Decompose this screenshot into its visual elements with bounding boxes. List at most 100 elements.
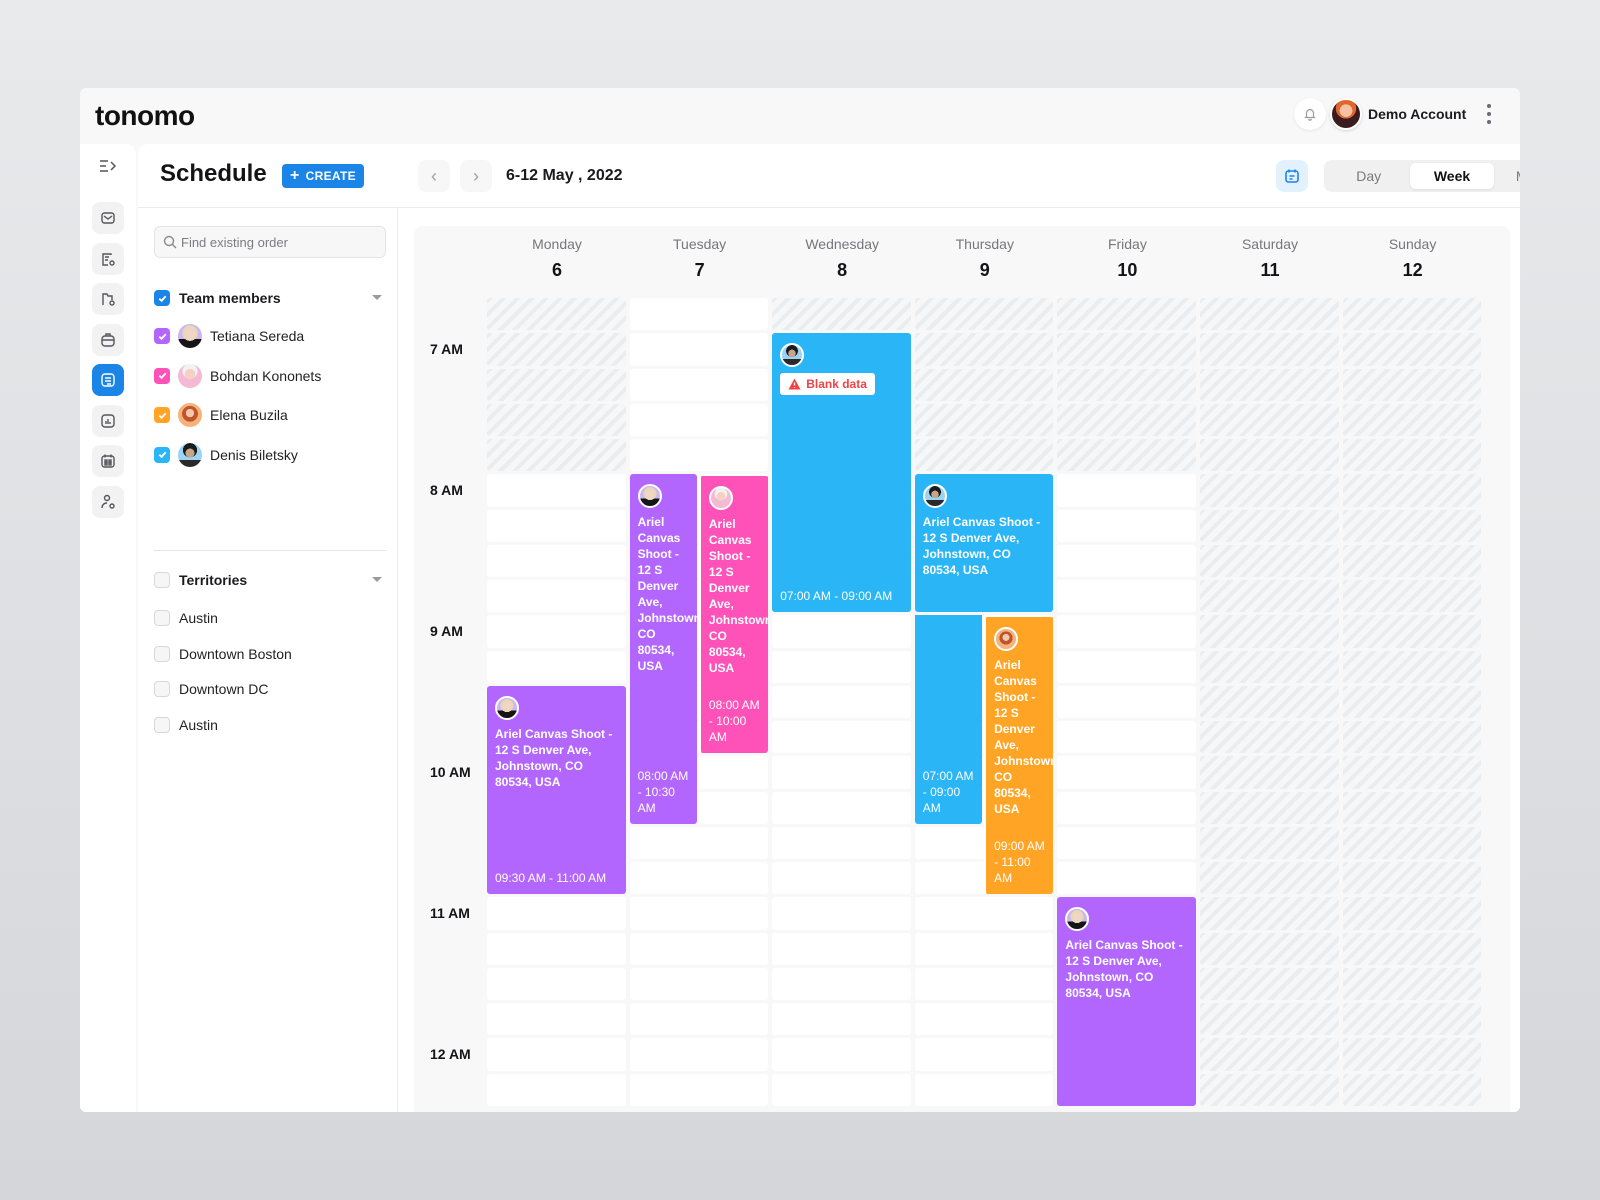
view-tab-month[interactable]: Month	[1494, 163, 1520, 189]
time-slot[interactable]	[772, 1003, 911, 1036]
rail-item-products[interactable]	[92, 323, 124, 356]
event-block[interactable]: Ariel Canvas Shoot - 12 S Denver Ave, Jo…	[487, 685, 626, 895]
time-slot[interactable]	[629, 967, 769, 1000]
time-slot[interactable]	[772, 862, 911, 895]
time-slot[interactable]	[629, 368, 769, 401]
chevron-down-icon[interactable]	[372, 577, 382, 582]
previous-week-button[interactable]: ‹	[418, 160, 450, 192]
time-slot[interactable]	[629, 333, 769, 366]
event-block[interactable]: Ariel Canvas Shoot - 12 S Denver Ave, Jo…	[914, 474, 1054, 613]
rail-item-inbox[interactable]	[92, 202, 124, 234]
time-slot[interactable]	[629, 298, 769, 331]
team-member-item[interactable]: Bohdan Kononets	[154, 363, 321, 388]
create-button[interactable]: + CREATE	[282, 164, 364, 188]
territory-checkbox[interactable]	[154, 681, 170, 697]
rail-item-services-settings[interactable]	[92, 283, 124, 315]
chevron-down-icon[interactable]	[372, 295, 382, 300]
time-slot[interactable]	[772, 1073, 911, 1106]
view-tab-week[interactable]: Week	[1410, 163, 1494, 189]
territories-group[interactable]: Territories	[154, 570, 386, 590]
time-slot[interactable]	[1057, 615, 1196, 648]
territory-checkbox[interactable]	[154, 716, 170, 733]
territory-item[interactable]: Downtown DC	[154, 679, 268, 699]
account-avatar[interactable]	[1330, 98, 1362, 130]
territory-checkbox[interactable]	[154, 610, 170, 626]
territory-item[interactable]: Downtown Boston	[154, 644, 292, 664]
time-slot[interactable]	[629, 403, 769, 436]
view-tab-day[interactable]: Day	[1327, 163, 1410, 189]
time-slot[interactable]	[772, 826, 911, 859]
time-slot[interactable]	[1057, 721, 1196, 754]
time-slot[interactable]	[772, 967, 911, 1000]
team-member-item[interactable]: Tetiana Sereda	[154, 324, 304, 348]
time-slot[interactable]	[772, 685, 911, 718]
time-slot[interactable]	[629, 932, 769, 965]
time-slot[interactable]	[772, 650, 911, 683]
team-members-group[interactable]: Team members	[154, 288, 386, 308]
time-slot[interactable]	[914, 967, 1054, 1000]
time-slot[interactable]	[629, 897, 769, 930]
time-slot[interactable]	[487, 1003, 626, 1036]
time-slot[interactable]	[487, 1038, 626, 1071]
search-field[interactable]	[154, 226, 386, 258]
rail-item-reports[interactable]	[92, 404, 124, 437]
territories-checkbox[interactable]	[154, 572, 170, 588]
member-checkbox[interactable]	[154, 446, 170, 463]
member-checkbox[interactable]	[154, 367, 170, 384]
event-block[interactable]: Blank data 07:00 AM - 09:00 AM	[772, 333, 911, 613]
rail-item-calendar[interactable]	[92, 445, 124, 477]
rail-item-user-settings[interactable]	[92, 485, 124, 518]
time-slot[interactable]	[772, 897, 911, 930]
time-slot[interactable]	[629, 439, 769, 472]
time-slot[interactable]	[487, 544, 626, 577]
event-block[interactable]: Ariel Canvas Shoot - 12 S Denver Ave, Jo…	[1057, 897, 1196, 1106]
time-slot[interactable]	[487, 509, 626, 542]
time-slot[interactable]	[629, 826, 769, 859]
event-block-continuation[interactable]: 07:00 AM - 09:00 AM	[914, 615, 983, 824]
time-slot[interactable]	[487, 580, 626, 613]
next-week-button[interactable]: ›	[460, 160, 492, 192]
time-slot[interactable]	[629, 862, 769, 895]
territory-item[interactable]: Austin	[154, 608, 218, 628]
time-slot[interactable]	[1057, 580, 1196, 613]
time-slot[interactable]	[914, 932, 1054, 965]
time-slot[interactable]	[772, 615, 911, 648]
member-checkbox[interactable]	[154, 328, 170, 344]
event-block[interactable]: Ariel Canvas Shoot - 12 S Denver Ave, Jo…	[629, 474, 697, 824]
time-slot[interactable]	[772, 756, 911, 789]
time-slot[interactable]	[1057, 791, 1196, 824]
search-input[interactable]	[181, 234, 381, 250]
rail-item-orders-settings[interactable]	[92, 242, 124, 275]
time-slot[interactable]	[487, 967, 626, 1000]
territory-item[interactable]: Austin	[154, 715, 218, 735]
time-slot[interactable]	[1057, 862, 1196, 895]
time-slot[interactable]	[1057, 474, 1196, 507]
team-member-item[interactable]: Denis Biletsky	[154, 442, 298, 467]
member-checkbox[interactable]	[154, 407, 170, 423]
time-slot[interactable]	[487, 1073, 626, 1106]
time-slot[interactable]	[487, 932, 626, 965]
time-slot[interactable]	[772, 721, 911, 754]
time-slot[interactable]	[1057, 756, 1196, 789]
time-slot[interactable]	[487, 615, 626, 648]
time-slot[interactable]	[1057, 650, 1196, 683]
time-slot[interactable]	[914, 1073, 1054, 1106]
time-slot[interactable]	[487, 650, 626, 683]
time-slot[interactable]	[772, 791, 911, 824]
time-slot[interactable]	[914, 1038, 1054, 1071]
team-members-checkbox[interactable]	[154, 290, 170, 306]
expand-sidebar-button[interactable]	[98, 158, 120, 176]
rail-item-schedule[interactable]	[92, 364, 124, 396]
time-slot[interactable]	[772, 932, 911, 965]
territory-checkbox[interactable]	[154, 645, 170, 662]
time-slot[interactable]	[487, 474, 626, 507]
time-slot[interactable]	[629, 1073, 769, 1106]
time-slot[interactable]	[1057, 509, 1196, 542]
time-slot[interactable]	[914, 897, 1054, 930]
time-slot[interactable]	[629, 1003, 769, 1036]
time-slot[interactable]	[1057, 826, 1196, 859]
time-slot[interactable]	[914, 1003, 1054, 1036]
time-slot[interactable]	[772, 1038, 911, 1071]
event-block[interactable]: Ariel Canvas Shoot - 12 S Denver Ave, Jo…	[984, 615, 1054, 895]
time-slot[interactable]	[487, 897, 626, 930]
